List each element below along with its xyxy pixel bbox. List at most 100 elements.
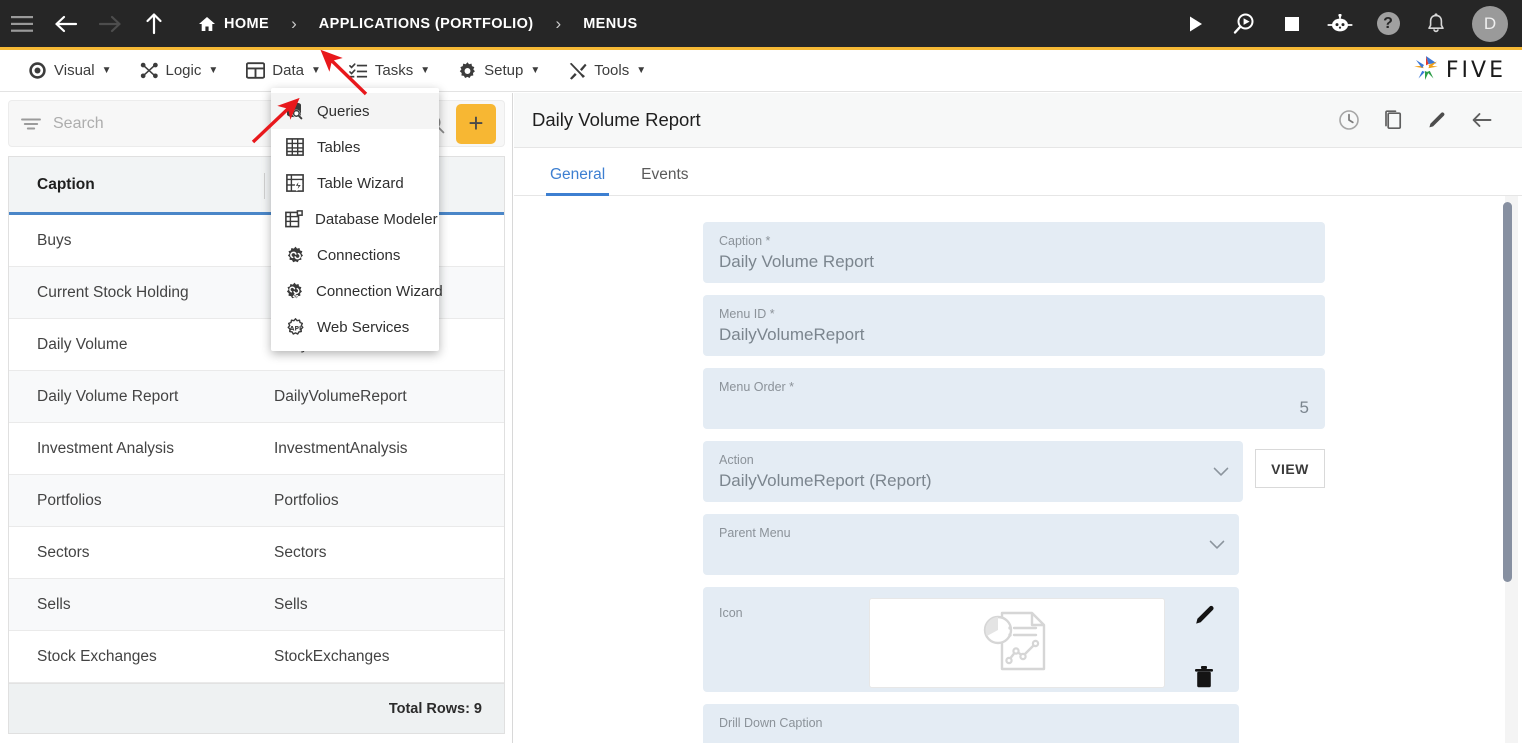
caption-field-label: Caption * bbox=[719, 234, 771, 248]
history-clock-icon[interactable] bbox=[1338, 109, 1360, 131]
pencil-icon[interactable] bbox=[1193, 603, 1217, 627]
menu-label: Logic bbox=[165, 62, 202, 79]
module-menu-bar: Visual ▼ Logic ▼ Data ▼ Tasks ▼ Setup ▼ … bbox=[0, 50, 1522, 92]
duplicate-copy-icon[interactable] bbox=[1382, 109, 1404, 131]
table-row[interactable]: Sectors Sectors bbox=[9, 527, 504, 579]
menu-label: Data bbox=[272, 62, 304, 79]
bot-assistant-icon[interactable] bbox=[1318, 2, 1362, 46]
menu-tools[interactable]: Tools ▼ bbox=[554, 50, 660, 92]
form-scrollbar-track[interactable] bbox=[1503, 196, 1518, 743]
icon-field-label: Icon bbox=[719, 606, 743, 620]
top-navigation-bar: HOME › APPLICATIONS (PORTFOLIO) › MENUS bbox=[0, 0, 1522, 50]
breadcrumb-item-applications[interactable]: APPLICATIONS (PORTFOLIO) bbox=[307, 16, 546, 32]
table-row[interactable]: Sells Sells bbox=[9, 579, 504, 631]
menu-order-field[interactable]: Menu Order * 5 bbox=[703, 368, 1325, 429]
dropdown-item-database-modeler[interactable]: Database Modeler bbox=[271, 201, 439, 237]
menu-setup[interactable]: Setup ▼ bbox=[444, 50, 554, 92]
column-resize-handle[interactable] bbox=[264, 173, 265, 199]
column-header-caption[interactable]: Caption bbox=[9, 176, 95, 194]
queries-database-search-icon bbox=[285, 101, 305, 121]
icon-field-actions bbox=[1193, 603, 1223, 689]
stop-icon[interactable] bbox=[1270, 2, 1314, 46]
tab-general[interactable]: General bbox=[532, 166, 623, 196]
dropdown-item-label: Web Services bbox=[317, 318, 410, 336]
tables-grid-icon bbox=[285, 137, 305, 157]
form-scrollbar-thumb[interactable] bbox=[1503, 202, 1512, 582]
dropdown-item-table-wizard[interactable]: Table Wizard bbox=[271, 165, 439, 201]
help-icon[interactable]: ? bbox=[1366, 2, 1410, 46]
arrow-up-icon[interactable] bbox=[132, 2, 176, 46]
cell-caption: Daily Volume bbox=[37, 335, 128, 353]
chevron-down-icon: ▼ bbox=[208, 65, 219, 76]
table-row[interactable]: Portfolios Portfolios bbox=[9, 475, 504, 527]
back-arrow-icon[interactable] bbox=[1470, 110, 1494, 130]
cell-caption: Portfolios bbox=[37, 491, 102, 509]
menu-detail-panel: Daily Volume Report General Events Capti… bbox=[514, 93, 1522, 743]
breadcrumb-label: APPLICATIONS (PORTFOLIO) bbox=[318, 15, 534, 32]
run-icon[interactable] bbox=[1174, 2, 1218, 46]
action-field[interactable]: Action DailyVolumeReport (Report) bbox=[703, 441, 1243, 502]
action-field-label: Action bbox=[719, 453, 754, 467]
table-wizard-icon bbox=[285, 173, 305, 193]
chevron-down-icon: ▼ bbox=[101, 65, 112, 76]
menu-id-field[interactable]: Menu ID * DailyVolumeReport bbox=[703, 295, 1325, 356]
dropdown-item-label: Table Wizard bbox=[317, 174, 404, 192]
cell-menu-id: DailyVolumeReport bbox=[274, 387, 407, 405]
icon-field: Icon bbox=[703, 587, 1239, 692]
parent-menu-field-label: Parent Menu bbox=[719, 526, 791, 540]
dropdown-item-queries[interactable]: Queries bbox=[271, 93, 439, 129]
connection-wizard-icon bbox=[285, 281, 304, 301]
menu-tasks[interactable]: Tasks ▼ bbox=[335, 50, 444, 92]
notifications-bell-icon[interactable] bbox=[1414, 2, 1458, 46]
breadcrumb-item-menus[interactable]: MENUS bbox=[571, 16, 649, 32]
cell-caption: Stock Exchanges bbox=[37, 647, 157, 665]
breadcrumb-item-home[interactable]: HOME bbox=[186, 16, 281, 32]
dropdown-item-connections[interactable]: Connections bbox=[271, 237, 439, 273]
menu-label: Tools bbox=[594, 62, 630, 79]
table-row[interactable]: Investment Analysis InvestmentAnalysis bbox=[9, 423, 504, 475]
avatar[interactable]: D bbox=[1472, 5, 1508, 42]
chevron-down-icon: ▼ bbox=[530, 65, 541, 76]
menu-label: Tasks bbox=[374, 62, 414, 79]
grid-footer: Total Rows: 9 bbox=[9, 683, 504, 733]
debug-icon[interactable] bbox=[1222, 2, 1266, 46]
filter-icon[interactable] bbox=[17, 117, 45, 131]
menu-visual[interactable]: Visual ▼ bbox=[14, 50, 126, 92]
table-row[interactable]: Stock Exchanges StockExchanges bbox=[9, 631, 504, 683]
add-record-button[interactable]: + bbox=[456, 103, 496, 144]
topbar-action-group: ? D bbox=[1174, 2, 1522, 46]
menu-logic[interactable]: Logic ▼ bbox=[126, 50, 233, 92]
dropdown-item-connection-wizard[interactable]: Connection Wizard bbox=[271, 273, 443, 309]
database-modeler-icon bbox=[285, 209, 303, 229]
five-brand-logo: FIVE bbox=[1411, 54, 1506, 87]
tasks-checklist-icon bbox=[349, 61, 368, 80]
view-action-button[interactable]: VIEW bbox=[1255, 449, 1325, 488]
arrow-right-icon[interactable] bbox=[88, 2, 132, 46]
cell-menu-id: StockExchanges bbox=[274, 647, 390, 665]
chevron-down-icon: ▼ bbox=[420, 65, 431, 76]
trash-icon[interactable] bbox=[1193, 665, 1217, 689]
dropdown-item-web-services[interactable]: API Web Services bbox=[271, 309, 439, 345]
drill-down-caption-value bbox=[719, 731, 1223, 743]
dropdown-item-tables[interactable]: Tables bbox=[271, 129, 439, 165]
connections-icon bbox=[285, 245, 305, 265]
breadcrumb-separator: › bbox=[291, 13, 297, 33]
icon-preview[interactable] bbox=[869, 598, 1165, 688]
drill-down-caption-field[interactable]: Drill Down Caption bbox=[703, 704, 1239, 743]
breadcrumb-label: MENUS bbox=[583, 15, 638, 32]
parent-menu-field[interactable]: Parent Menu bbox=[703, 514, 1239, 575]
menu-data[interactable]: Data ▼ bbox=[232, 50, 335, 92]
plus-icon: + bbox=[468, 108, 484, 138]
hamburger-icon[interactable] bbox=[0, 2, 44, 46]
logic-nodes-icon bbox=[140, 61, 159, 80]
detail-header: Daily Volume Report bbox=[514, 93, 1522, 148]
edit-pencil-icon[interactable] bbox=[1426, 109, 1448, 131]
caption-field[interactable]: Caption * Daily Volume Report bbox=[703, 222, 1325, 283]
tab-events[interactable]: Events bbox=[623, 166, 706, 195]
gear-icon bbox=[458, 61, 477, 80]
breadcrumb-separator: › bbox=[555, 13, 562, 33]
arrow-left-icon[interactable] bbox=[44, 2, 88, 46]
form-fields-column: Caption * Daily Volume Report Menu ID * … bbox=[703, 222, 1325, 743]
table-row[interactable]: Daily Volume Report DailyVolumeReport bbox=[9, 371, 504, 423]
cell-caption: Current Stock Holding bbox=[37, 283, 189, 301]
